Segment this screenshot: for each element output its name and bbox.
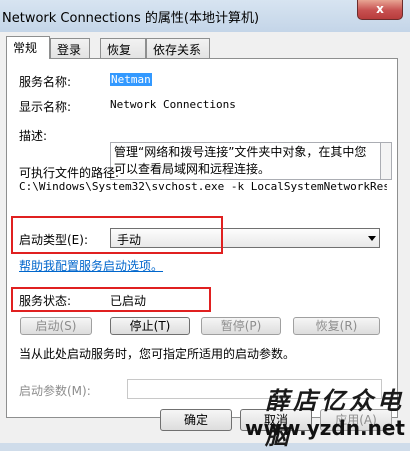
stop-button[interactable]: 停止(T) <box>110 317 190 335</box>
tab-dependencies[interactable]: 依存关系 <box>146 38 210 58</box>
service-status-label: 服务状态: <box>19 294 72 308</box>
window-title: Network Connections 的属性(本地计算机) <box>2 11 260 26</box>
resume-button[interactable]: 恢复(R) <box>293 317 380 335</box>
start-params-hint: 当从此处启动服务时，您可指定所适用的启动参数。 <box>19 347 296 361</box>
highlight-box-startup <box>11 216 223 254</box>
tab-panel-general: 服务名称: Netman 显示名称: Network Connections 描… <box>6 58 398 418</box>
start-params-label: 启动参数(M): <box>19 384 91 398</box>
chevron-down-icon <box>368 236 376 241</box>
tab-logon[interactable]: 登录 <box>50 38 90 58</box>
service-name-label: 服务名称: <box>19 75 72 89</box>
service-status-value: 已启动 <box>110 294 147 308</box>
watermark-url: www.yzdn.net <box>245 416 405 440</box>
tab-label: 恢复 <box>107 43 132 57</box>
description-label: 描述: <box>19 129 48 143</box>
ok-button[interactable]: 确定 <box>160 409 232 431</box>
description-scrollbar[interactable] <box>381 142 392 180</box>
tab-label: 依存关系 <box>153 43 202 57</box>
tab-general[interactable]: 常规 <box>6 36 50 59</box>
pause-button[interactable]: 暂停(P) <box>201 317 281 335</box>
start-button[interactable]: 启动(S) <box>20 317 92 335</box>
close-icon: x <box>376 2 384 16</box>
help-configure-link[interactable]: 帮助我配置服务启动选项。 <box>19 257 163 274</box>
exe-path-value[interactable]: C:\Windows\System32\svchost.exe -k Local… <box>19 180 387 193</box>
dialog-body: 常规 登录 恢复 依存关系 服务名称: Netman 显示名称: Network… <box>0 32 410 450</box>
display-name-value[interactable]: Network Connections <box>110 98 236 111</box>
title-bar: Network Connections 的属性(本地计算机) x <box>0 0 410 32</box>
service-name-value[interactable]: Netman <box>110 73 152 86</box>
description-textbox[interactable]: 管理“网络和拨号连接”文件夹中对象，在其中您可以查看局域网和远程连接。 <box>110 142 381 180</box>
tab-label: 登录 <box>57 43 82 57</box>
exe-path-label: 可执行文件的路径: <box>19 166 120 180</box>
tab-label: 常规 <box>13 41 38 55</box>
close-button[interactable]: x <box>357 0 403 20</box>
display-name-label: 显示名称: <box>19 100 72 114</box>
tab-recovery[interactable]: 恢复 <box>100 38 146 58</box>
